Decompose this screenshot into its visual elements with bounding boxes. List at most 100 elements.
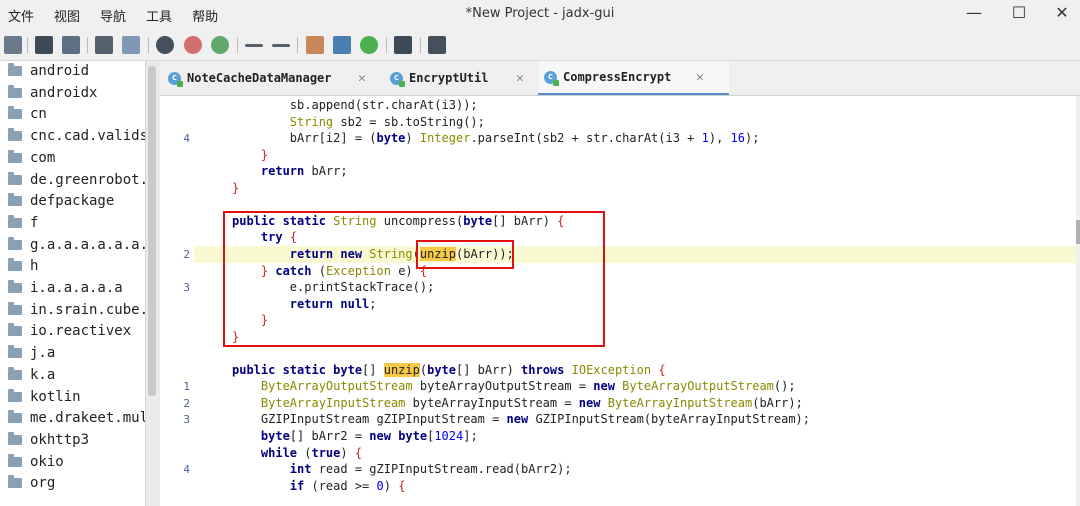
tree-item[interactable]: okhttp3 xyxy=(8,430,89,450)
tree-item[interactable]: k.a xyxy=(8,365,55,385)
tree-item[interactable]: j.a xyxy=(8,343,55,363)
folder-icon xyxy=(8,214,22,228)
tree-item[interactable]: kotlin xyxy=(8,387,81,407)
tree-item[interactable]: in.srain.cube. xyxy=(8,300,145,320)
tree-item[interactable]: h xyxy=(8,256,38,276)
tree-item[interactable]: f xyxy=(8,213,38,233)
forward-icon[interactable] xyxy=(272,44,290,47)
code-line: 2 ByteArrayInputStream byteArrayInputStr… xyxy=(160,395,1078,412)
folder-icon xyxy=(8,475,22,489)
tree-item[interactable]: androidx xyxy=(8,83,97,103)
tree-item[interactable]: defpackage xyxy=(8,191,114,211)
tree-item[interactable]: org xyxy=(8,473,55,493)
folder-icon xyxy=(8,280,22,293)
tab-close-icon[interactable]: ✕ xyxy=(516,71,524,86)
tree-item[interactable]: cn xyxy=(8,104,47,124)
tab-close-icon[interactable]: ✕ xyxy=(358,71,366,86)
folder-icon xyxy=(8,301,22,315)
find-usage-icon[interactable] xyxy=(211,36,229,54)
line-number: 2 xyxy=(183,247,190,261)
toolbar-separator xyxy=(237,37,238,53)
folder-icon xyxy=(8,236,22,250)
tree-item[interactable]: okio xyxy=(8,452,64,472)
folder-icon xyxy=(8,171,22,185)
export-icon[interactable] xyxy=(62,36,80,54)
tab-compressencrypt[interactable]: c CompressEncrypt ✕ xyxy=(538,61,729,95)
settings-icon[interactable] xyxy=(428,36,446,54)
toolbar-separator xyxy=(420,37,421,53)
code-line: 3 GZIPInputStream gZIPInputStream = new … xyxy=(160,411,1078,428)
folder-icon xyxy=(8,106,22,120)
folder-icon xyxy=(8,193,22,207)
tree-item[interactable]: de.greenrobot. xyxy=(8,170,145,190)
bug-icon[interactable] xyxy=(360,36,378,54)
tab-notecachedatamanager[interactable]: c NoteCacheDataManager ✕ xyxy=(168,61,383,95)
find-class-icon[interactable] xyxy=(184,36,202,54)
folder-icon xyxy=(8,84,22,98)
code-line: public static byte[] unzip(byte[] bArr) … xyxy=(160,362,1078,379)
sync-icon[interactable] xyxy=(95,36,113,54)
code-line: String sb2 = sb.toString(); xyxy=(160,114,1078,131)
line-number: 2 xyxy=(183,396,190,410)
annotation-box-unzip-call xyxy=(416,240,514,269)
code-line: 4 bArr[i2] = (byte) Integer.parseInt(sb2… xyxy=(160,130,1078,147)
tree-item[interactable]: i.a.a.a.a.a xyxy=(8,278,123,298)
code-text: byte[] bArr2 = new byte[1024]; xyxy=(260,429,478,443)
tree-scrollbar-thumb[interactable] xyxy=(148,66,156,396)
tree-item[interactable]: g.a.a.a.a.a.a. xyxy=(8,235,145,255)
tree-item[interactable]: io.reactivex xyxy=(8,321,131,341)
annotation-box-uncompress xyxy=(223,211,605,347)
code-text: GZIPInputStream gZIPInputStream = new GZ… xyxy=(232,412,810,427)
code-text: } xyxy=(260,147,269,162)
line-number: 4 xyxy=(183,463,190,477)
maximize-button[interactable]: ☐ xyxy=(1007,3,1031,22)
save-icon[interactable] xyxy=(35,36,53,54)
folder-icon xyxy=(8,258,22,272)
class-icon: c xyxy=(544,70,559,86)
search-icon[interactable] xyxy=(156,36,174,54)
folder-icon[interactable] xyxy=(122,36,140,54)
toolbar-separator xyxy=(297,37,298,53)
code-text: while (true) { xyxy=(260,445,363,460)
folder-icon xyxy=(8,128,22,142)
code-text: bArr[i2] = (byte) Integer.parseInt(sb2 +… xyxy=(232,131,760,146)
window-title: *New Project - jadx-gui xyxy=(465,6,615,21)
code-text: int read = gZIPInputStream.read(bArr2); xyxy=(289,462,572,477)
code-text: return bArr; xyxy=(260,164,348,179)
open-file-icon[interactable] xyxy=(4,36,22,54)
code-text: } xyxy=(232,180,240,195)
close-button[interactable]: ✕ xyxy=(1050,3,1074,22)
code-line: while (true) { xyxy=(160,445,1078,462)
line-number: 1 xyxy=(183,380,190,394)
toolbar-separator xyxy=(386,37,387,53)
code-line: return bArr; xyxy=(160,163,1078,180)
class-icon: c xyxy=(390,71,405,87)
tree-item[interactable]: com xyxy=(8,148,55,168)
folder-icon xyxy=(8,431,22,445)
tree-item[interactable]: cnc.cad.valids xyxy=(8,126,145,146)
minimize-button[interactable]: — xyxy=(962,3,986,22)
quick-tab-icon[interactable] xyxy=(333,36,351,54)
code-text: String sb2 = sb.toString(); xyxy=(289,114,485,129)
line-number: 3 xyxy=(183,413,190,427)
folder-icon xyxy=(8,453,22,467)
back-icon[interactable] xyxy=(245,44,263,47)
deobfuscation-icon[interactable] xyxy=(306,36,324,54)
code-text: if (read >= 0) { xyxy=(289,478,406,493)
folder-icon xyxy=(8,63,22,76)
editor-scrollbar-thumb[interactable] xyxy=(1076,220,1080,244)
tree-item[interactable]: me.drakeet.mul xyxy=(8,408,145,428)
toolbar-separator xyxy=(148,37,149,53)
code-line: byte[] bArr2 = new byte[1024]; xyxy=(160,428,1078,445)
tree-item[interactable]: android xyxy=(8,61,89,81)
code-line: } xyxy=(160,147,1078,164)
log-icon[interactable] xyxy=(394,36,412,54)
toolbar-separator xyxy=(27,37,28,53)
toolbar-separator xyxy=(87,37,88,53)
tab-encryptutil[interactable]: c EncryptUtil ✕ xyxy=(390,61,535,95)
editor-scrollbar[interactable] xyxy=(1076,96,1080,506)
tab-close-icon[interactable]: ✕ xyxy=(696,70,704,85)
code-line: if (read >= 0) { xyxy=(160,478,1078,495)
folder-icon xyxy=(8,388,22,402)
